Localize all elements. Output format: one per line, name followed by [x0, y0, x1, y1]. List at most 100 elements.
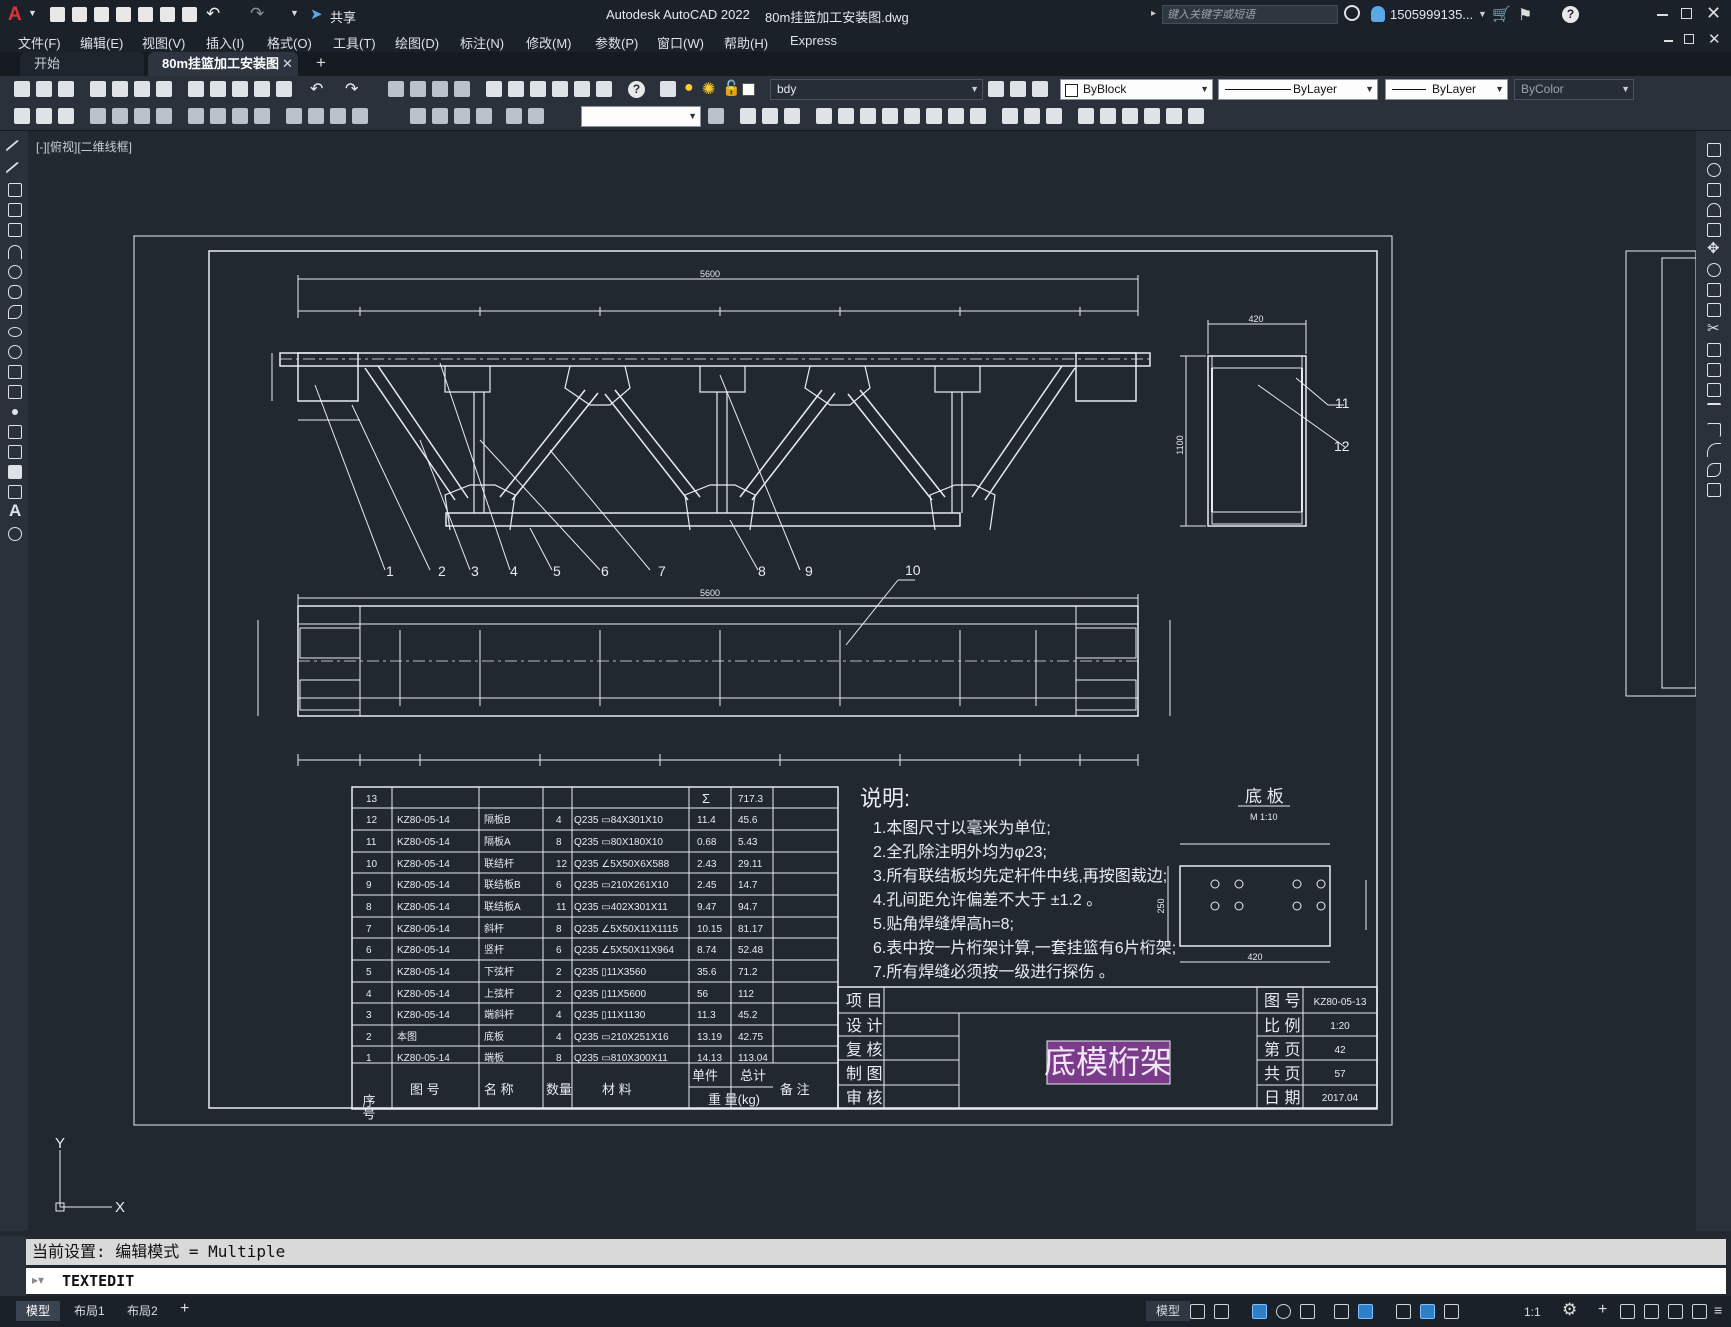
dimension-style-dropdown[interactable]: ▼ — [581, 106, 701, 127]
user-dropdown-arrow-icon[interactable]: ▼ — [1478, 9, 1487, 19]
undo-icon[interactable]: ↶ — [206, 4, 220, 24]
model-space-button[interactable]: 模型 — [1146, 1301, 1191, 1321]
menu-tools[interactable]: 工具(T) — [333, 33, 376, 52]
center-mark-icon[interactable] — [432, 108, 448, 124]
lineweight-icon[interactable] — [1396, 1304, 1411, 1319]
spline-icon[interactable] — [8, 305, 22, 319]
command-side-handle[interactable] — [0, 1236, 26, 1296]
layout-tab-1[interactable]: 布局1 — [64, 1301, 115, 1321]
minimize-window-icon[interactable] — [1657, 14, 1668, 16]
modify-tool-12-icon[interactable] — [1002, 108, 1018, 124]
new-tab-icon[interactable]: + — [316, 53, 326, 73]
search-expand-icon[interactable]: ▸ — [1151, 8, 1156, 19]
modify-tool-4-icon[interactable] — [816, 108, 832, 124]
drawing-canvas[interactable]: 5600 5600 420 1100 420 250 1 2 3 4 5 6 7… — [28, 131, 1696, 1231]
rotate-icon[interactable] — [1707, 263, 1721, 277]
modify-tool-16-icon[interactable] — [1100, 108, 1116, 124]
ellipse-arc-icon[interactable] — [8, 345, 22, 359]
inspection-icon[interactable] — [454, 108, 470, 124]
join-icon[interactable] — [1707, 403, 1721, 417]
grid-icon[interactable] — [1190, 1304, 1205, 1319]
baseline-dimension-icon[interactable] — [308, 108, 324, 124]
modify-tool-10-icon[interactable] — [948, 108, 964, 124]
menu-edit[interactable]: 编辑(E) — [80, 33, 123, 52]
doc-restore-icon[interactable] — [1684, 34, 1694, 44]
continue-dimension-icon[interactable] — [330, 108, 346, 124]
snap-icon[interactable] — [1214, 1304, 1229, 1319]
menu-express[interactable]: Express — [790, 33, 837, 48]
fillet-icon[interactable] — [1707, 443, 1721, 457]
modify-tool-17-icon[interactable] — [1122, 108, 1138, 124]
modify-tool-18-icon[interactable] — [1144, 108, 1160, 124]
modify-tool-9-icon[interactable] — [926, 108, 942, 124]
explode-icon[interactable] — [1707, 483, 1721, 497]
close-window-icon[interactable]: ✕ — [1706, 3, 1721, 24]
command-prompt-icon[interactable]: ▸▾ — [32, 1273, 44, 1287]
help-toolbar-icon[interactable]: ? — [628, 81, 645, 98]
modify-tool-11-icon[interactable] — [970, 108, 986, 124]
match-properties-icon[interactable] — [254, 81, 270, 97]
layer-lock-icon[interactable]: 🔓 — [722, 79, 741, 97]
zoom-realtime-icon[interactable] — [410, 81, 426, 97]
publish-icon[interactable] — [134, 81, 150, 97]
annotation-visibility-icon[interactable] — [1420, 1304, 1435, 1319]
menu-insert[interactable]: 插入(I) — [206, 33, 244, 52]
region-icon[interactable] — [8, 465, 22, 479]
user-name[interactable]: 1505999135... — [1390, 7, 1473, 22]
construction-line-icon[interactable] — [5, 161, 27, 183]
units-icon[interactable] — [1620, 1304, 1635, 1319]
color-dropdown[interactable]: ByBlock ▼ — [1060, 79, 1213, 100]
layer-dropdown[interactable]: bdy ▼ — [770, 79, 983, 100]
annotation-scale[interactable]: 1:1 — [1514, 1302, 1551, 1322]
maximize-window-icon[interactable] — [1681, 8, 1692, 19]
command-input[interactable]: TEXTEDIT — [26, 1268, 1726, 1294]
sheet-set-icon[interactable] — [552, 81, 568, 97]
mtext-icon[interactable]: A — [9, 501, 21, 521]
help-icon[interactable]: ? — [1562, 6, 1579, 23]
qnew-icon[interactable] — [14, 81, 30, 97]
redo-toolbar-icon[interactable]: ↷ — [345, 79, 358, 99]
share-button[interactable]: 共享 — [330, 7, 356, 26]
annotation-monitor-icon[interactable]: + — [1598, 1301, 1607, 1319]
break-at-point-icon[interactable] — [1707, 363, 1721, 377]
save-as-icon[interactable] — [116, 7, 131, 22]
tool-palettes-icon[interactable] — [530, 81, 546, 97]
plot-icon[interactable] — [182, 7, 197, 22]
modify-text-icon[interactable] — [14, 108, 30, 124]
add-layout-icon[interactable]: + — [180, 1300, 189, 1318]
design-center-icon[interactable] — [508, 81, 524, 97]
open-web-icon[interactable] — [138, 7, 153, 22]
jogged-dimension-icon[interactable] — [210, 108, 226, 124]
autodesk-app-icon[interactable]: ⚑ — [1518, 5, 1532, 25]
new-file-icon[interactable] — [50, 7, 65, 22]
ellipse-icon[interactable] — [8, 327, 22, 337]
isolate-objects-icon[interactable] — [1668, 1304, 1683, 1319]
menu-file[interactable]: 文件(F) — [18, 33, 61, 52]
modify-tool-7-icon[interactable] — [882, 108, 898, 124]
edit-attribute-icon[interactable] — [36, 108, 52, 124]
linetype-dropdown[interactable]: ByLayer ▼ — [1218, 79, 1378, 100]
hatch-icon[interactable] — [8, 425, 22, 439]
workspace-gear-icon[interactable]: ⚙ — [1562, 1300, 1577, 1320]
dimension-edit-icon[interactable] — [506, 108, 522, 124]
arc-icon[interactable] — [8, 245, 22, 259]
modify-tool-19-icon[interactable] — [1166, 108, 1182, 124]
properties-icon[interactable] — [486, 81, 502, 97]
offset-icon[interactable] — [1707, 203, 1721, 217]
aligned-dimension-icon[interactable] — [112, 108, 128, 124]
copy-object-icon[interactable] — [1707, 163, 1721, 177]
dimension-style-icon[interactable] — [708, 108, 724, 124]
object-snap-tracking-icon[interactable] — [1334, 1304, 1349, 1319]
rectangle-icon[interactable] — [8, 223, 22, 237]
menu-view[interactable]: 视图(V) — [142, 33, 185, 52]
save-toolbar-icon[interactable] — [58, 81, 74, 97]
layer-previous-icon[interactable] — [1010, 81, 1026, 97]
doc-close-icon[interactable]: ✕ — [1708, 30, 1721, 48]
modify-tool-3-icon[interactable] — [784, 108, 800, 124]
pan-icon[interactable] — [388, 81, 404, 97]
3d-print-icon[interactable] — [156, 81, 172, 97]
line-tool-icon[interactable] — [5, 139, 27, 161]
customize-arrow-icon[interactable]: ▼ — [290, 8, 299, 18]
layer-properties-icon[interactable] — [660, 81, 676, 97]
calculator-icon[interactable] — [596, 81, 612, 97]
